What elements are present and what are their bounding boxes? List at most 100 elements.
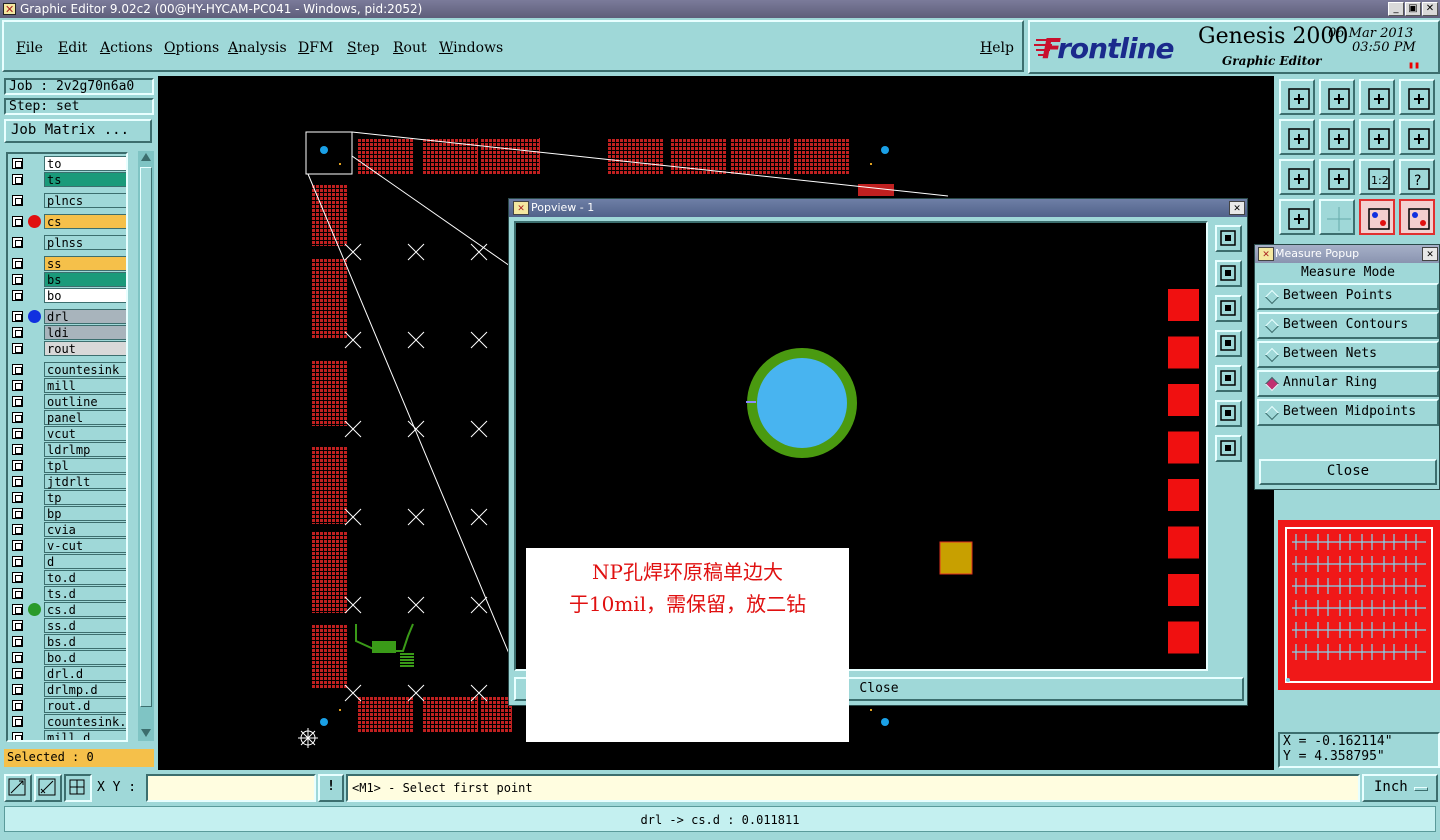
layer-name[interactable]: panel (44, 410, 126, 425)
layer-name[interactable]: bp (44, 506, 126, 521)
layer-checkbox[interactable] (12, 158, 23, 169)
layer-checkbox[interactable] (12, 588, 23, 599)
pan-down-icon[interactable] (1319, 79, 1355, 115)
layer-name[interactable]: rout (44, 341, 126, 356)
menu-edit[interactable]: Edit (58, 40, 87, 56)
layer-name[interactable]: v-cut (44, 538, 126, 553)
radio-diamond-icon[interactable] (1264, 289, 1280, 305)
layer-name[interactable]: bs.d (44, 634, 126, 649)
minimize-button[interactable]: _ (1388, 2, 1404, 16)
layer-checkbox[interactable] (12, 636, 23, 647)
snap-grid-tool-icon[interactable] (64, 774, 92, 802)
grid-icon[interactable] (1319, 199, 1355, 235)
layer-checkbox[interactable] (12, 476, 23, 487)
layer-name[interactable]: drlmp.d (44, 682, 126, 697)
layer-checkbox[interactable] (12, 572, 23, 583)
layer-compare-icon[interactable] (1359, 199, 1395, 235)
layer-checkbox[interactable] (12, 428, 23, 439)
layer-name[interactable]: outline (44, 394, 126, 409)
layer-checkbox[interactable] (12, 290, 23, 301)
measure-close-icon[interactable]: ✕ (1422, 247, 1438, 261)
layer-checkbox[interactable] (12, 364, 23, 375)
layer-name[interactable]: mill (44, 378, 126, 393)
layer-checkbox[interactable] (12, 652, 23, 663)
layer-checkbox[interactable] (12, 396, 23, 407)
layer-row-cs[interactable]: cs (8, 214, 126, 229)
layer-name[interactable]: cs.d (44, 602, 126, 617)
scroll-down-icon[interactable] (141, 729, 151, 737)
layer-row-bs.d[interactable]: bs.d (8, 634, 126, 649)
layer-row-bo.d[interactable]: bo.d (8, 650, 126, 665)
layer-checkbox[interactable] (12, 195, 23, 206)
layer-row-countesink.d[interactable]: countesink.d (8, 714, 126, 729)
popview-right-icon[interactable] (1215, 365, 1242, 392)
menu-dfm[interactable]: DFM (298, 40, 333, 56)
layer-row-jtdrlt[interactable]: jtdrlt (8, 474, 126, 489)
layer-row-cs.d[interactable]: cs.d (8, 602, 126, 617)
menu-help[interactable]: Help (980, 40, 1014, 56)
layer-name[interactable]: ts.d (44, 586, 126, 601)
redraw-icon[interactable] (1359, 119, 1395, 155)
zoom-area-tool-icon[interactable] (4, 774, 32, 802)
menu-rout[interactable]: Rout (393, 40, 427, 56)
layer-checkbox[interactable] (12, 274, 23, 285)
radio-diamond-icon[interactable] (1264, 318, 1280, 334)
s-curve-icon[interactable] (1399, 119, 1435, 155)
layer-row-plncs[interactable]: plncs (8, 193, 126, 208)
maximize-button[interactable]: ▣ (1405, 2, 1421, 16)
layer-checkbox[interactable] (12, 216, 23, 227)
measure-close-button[interactable]: Close (1259, 459, 1437, 485)
popview-zoom-icon[interactable] (1215, 435, 1242, 462)
layer-checkbox[interactable] (12, 700, 23, 711)
layer-name[interactable]: jtdrlt (44, 474, 126, 489)
layer-row-bp[interactable]: bp (8, 506, 126, 521)
layer-row-countesink[interactable]: countesink (8, 362, 126, 377)
radio-diamond-icon[interactable] (1264, 347, 1280, 363)
layer-row-rout.d[interactable]: rout.d (8, 698, 126, 713)
layer-checkbox[interactable] (12, 311, 23, 322)
layer-checkbox[interactable] (12, 412, 23, 423)
scroll-up-icon[interactable] (141, 153, 151, 161)
command-warning-button[interactable]: ! (318, 774, 344, 802)
layer-row-ts[interactable]: ts (8, 172, 126, 187)
layer-row-v-cut[interactable]: v-cut (8, 538, 126, 553)
measure-option-between-points[interactable]: Between Points (1257, 283, 1439, 310)
layer-row-mill[interactable]: mill (8, 378, 126, 393)
layer-row-tpl[interactable]: tpl (8, 458, 126, 473)
menu-analysis[interactable]: Analysis (228, 40, 287, 56)
menu-windows[interactable]: Windows (439, 40, 503, 56)
xy-input[interactable] (146, 774, 316, 802)
layer-row-ldi[interactable]: ldi (8, 325, 126, 340)
menu-file[interactable]: File (16, 40, 43, 56)
layer-row-ldrlmp[interactable]: ldrlmp (8, 442, 126, 457)
layer-row-tp[interactable]: tp (8, 490, 126, 505)
pan-left-icon[interactable] (1279, 119, 1315, 155)
layer-row-cvia[interactable]: cvia (8, 522, 126, 537)
zoom-center-icon[interactable] (1319, 159, 1355, 195)
pan-up-icon[interactable] (1279, 79, 1315, 115)
layer-name[interactable]: mill.d (44, 730, 126, 740)
measure-option-between-midpoints[interactable]: Between Midpoints (1257, 399, 1439, 426)
popview-up-icon[interactable] (1215, 260, 1242, 287)
home-icon[interactable] (1359, 79, 1395, 115)
overview-map[interactable] (1278, 520, 1440, 690)
job-matrix-button[interactable]: Job Matrix ... (4, 119, 152, 143)
window-split-icon[interactable] (1399, 79, 1435, 115)
layer-name[interactable]: ts (44, 172, 126, 187)
layer-name[interactable]: to (44, 156, 126, 171)
layer-name[interactable]: bo (44, 288, 126, 303)
measure-tool-icon[interactable] (34, 774, 62, 802)
layer-name[interactable]: bs (44, 272, 126, 287)
layer-name[interactable]: to.d (44, 570, 126, 585)
layer-checkbox[interactable] (12, 684, 23, 695)
popview-window-icon[interactable] (1215, 225, 1242, 252)
menu-step[interactable]: Step (347, 40, 379, 56)
close-window-button[interactable]: ✕ (1422, 2, 1438, 16)
layer-swap-icon[interactable] (1399, 199, 1435, 235)
layer-row-plnss[interactable]: plnss (8, 235, 126, 250)
layer-checkbox[interactable] (12, 668, 23, 679)
layer-row-bs[interactable]: bs (8, 272, 126, 287)
layer-row-d[interactable]: d (8, 554, 126, 569)
layer-name[interactable]: d (44, 554, 126, 569)
layer-checkbox[interactable] (12, 444, 23, 455)
